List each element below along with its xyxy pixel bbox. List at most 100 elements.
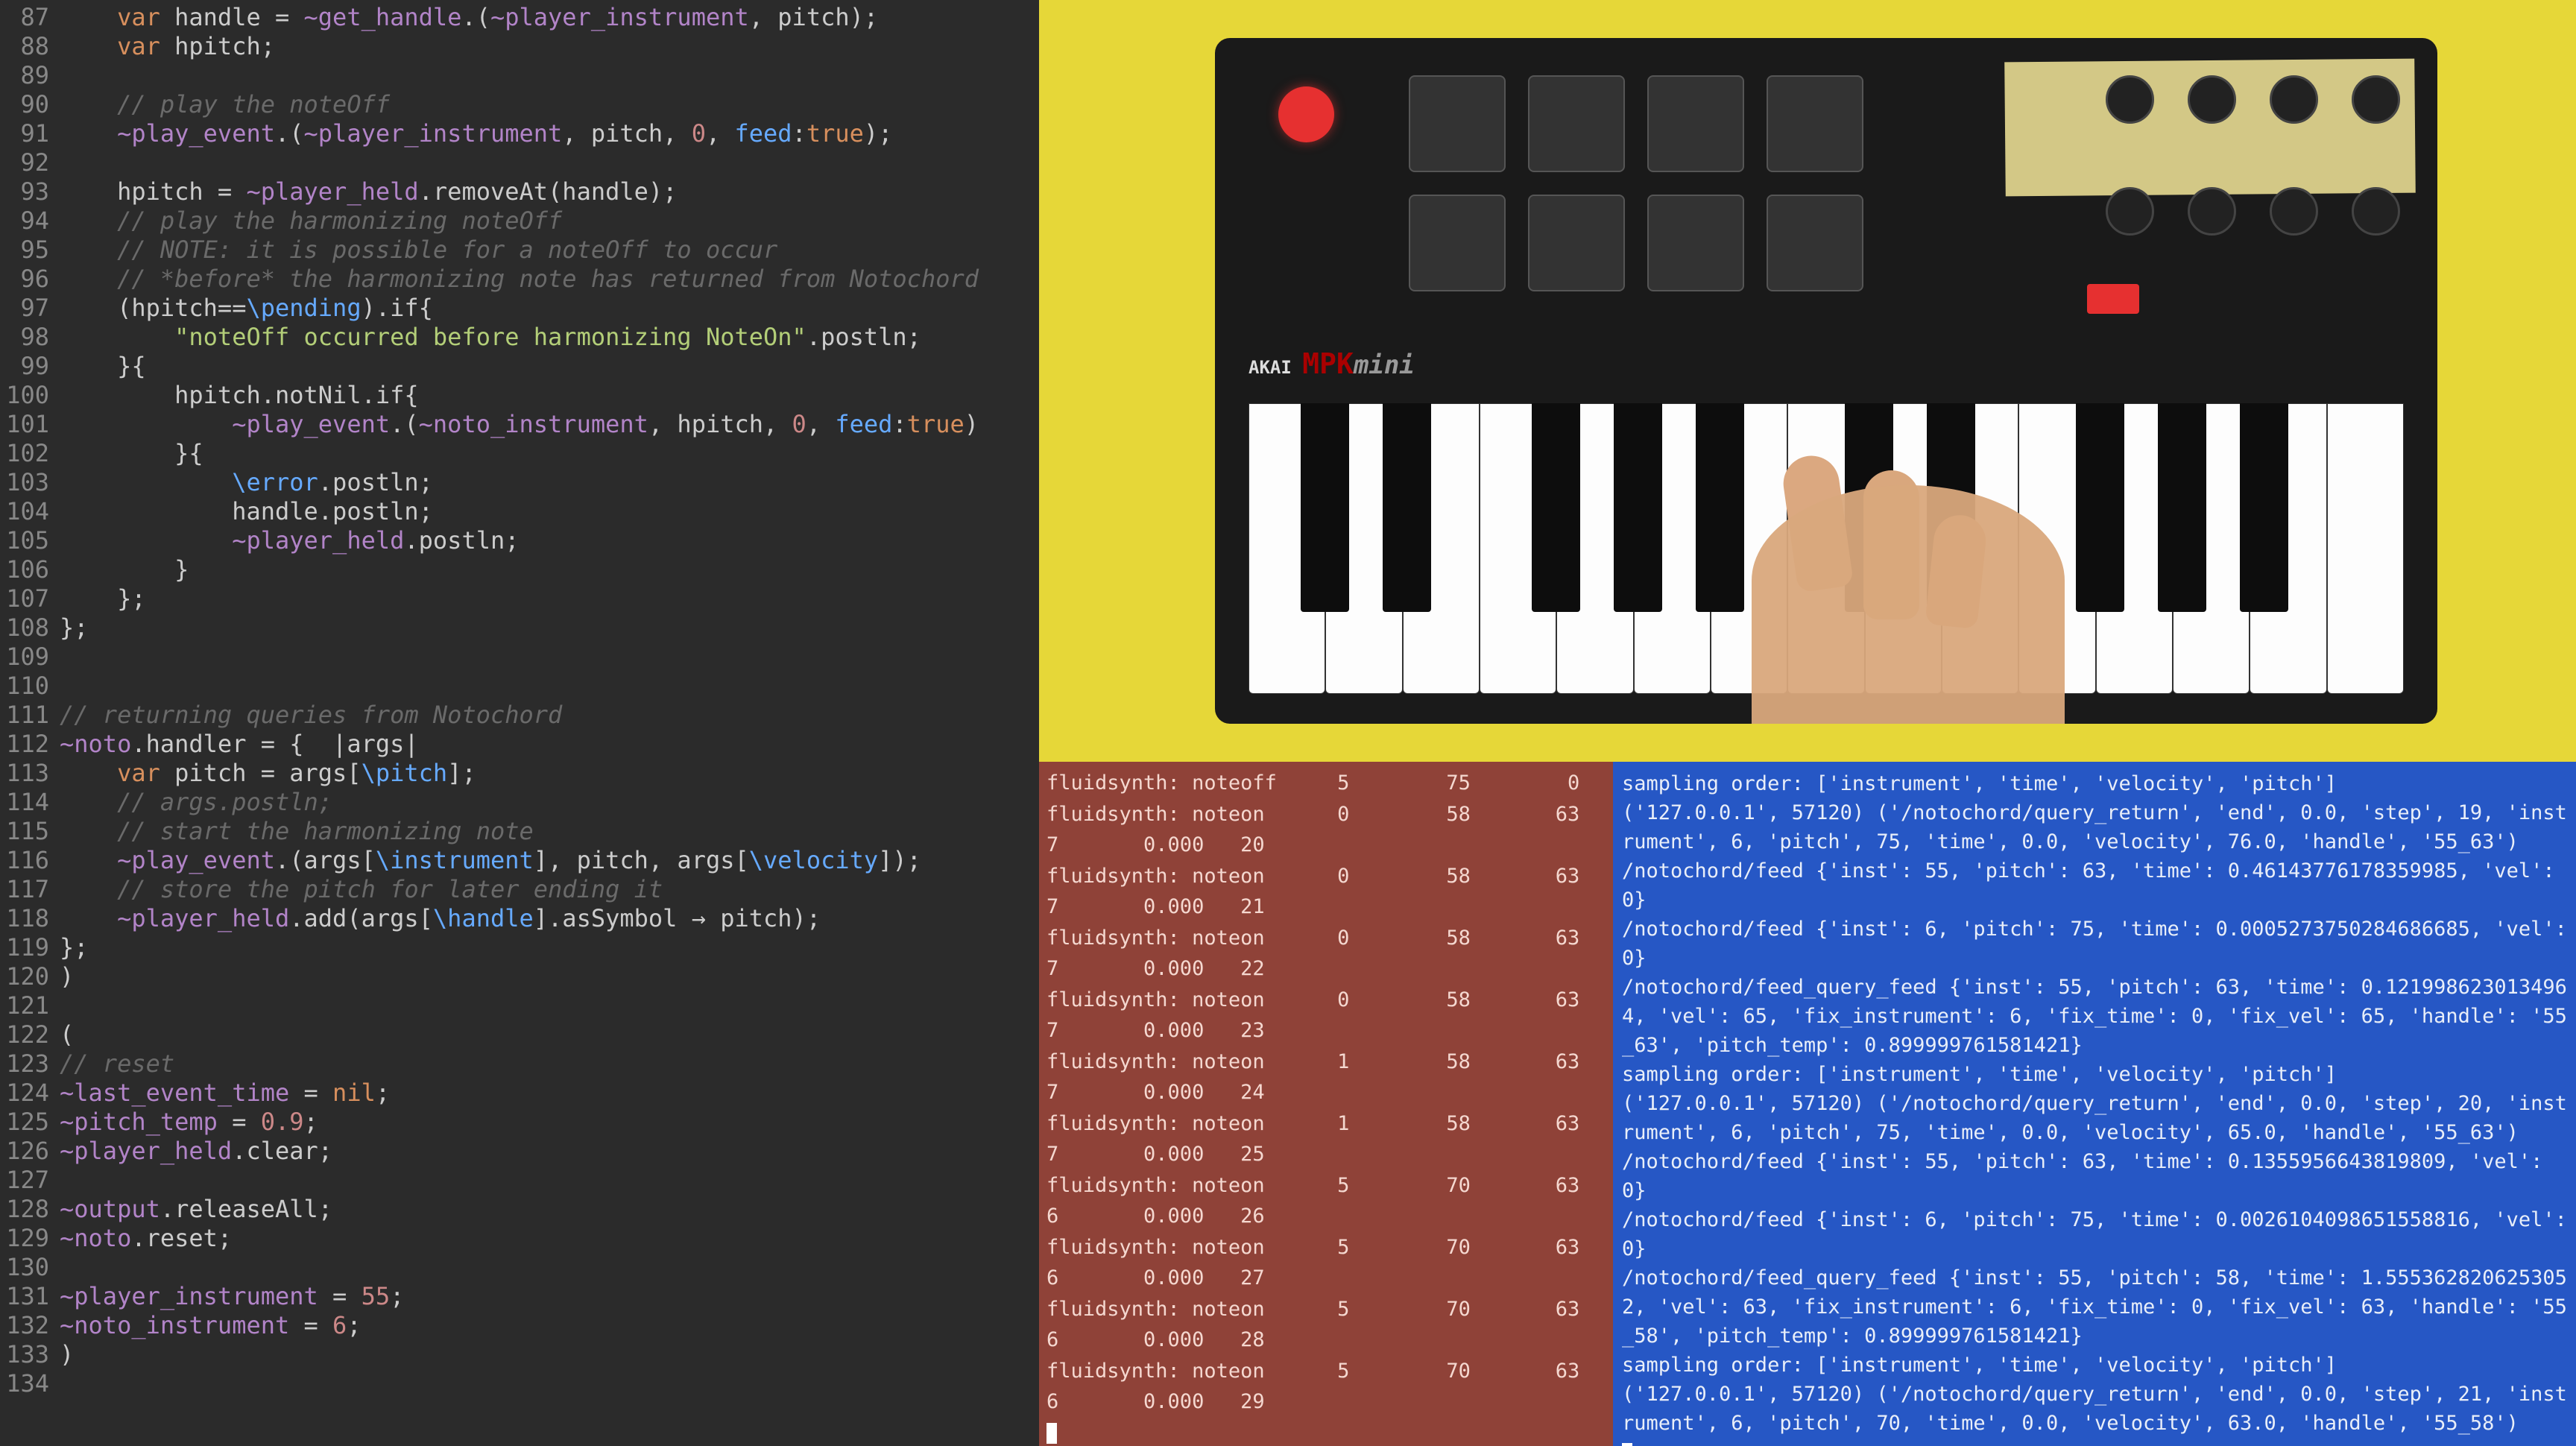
- code-line[interactable]: 118 ~player_held.add(args[\handle].asSym…: [0, 904, 1039, 933]
- code-content[interactable]: ~play_event.(args[\instrument], pitch, a…: [60, 846, 921, 875]
- code-line[interactable]: 117 // store the pitch for later ending …: [0, 875, 1039, 904]
- code-line[interactable]: 92: [0, 148, 1039, 177]
- code-content[interactable]: ~player_held.add(args[\handle].asSymbol …: [60, 904, 821, 933]
- code-content[interactable]: ~player_held.postln;: [60, 526, 520, 555]
- code-line[interactable]: 125~pitch_temp = 0.9;: [0, 1108, 1039, 1137]
- code-content[interactable]: // reset: [60, 1049, 174, 1079]
- line-number: 106: [0, 555, 60, 584]
- code-content[interactable]: ~noto.handler = { |args|: [60, 730, 419, 759]
- code-content[interactable]: ~noto.reset;: [60, 1224, 232, 1253]
- code-line[interactable]: 127: [0, 1166, 1039, 1195]
- code-content[interactable]: ~last_event_time = nil;: [60, 1079, 390, 1108]
- code-content[interactable]: ~output.releaseAll;: [60, 1195, 332, 1224]
- code-content[interactable]: var pitch = args[\pitch];: [60, 759, 476, 788]
- code-line[interactable]: 116 ~play_event.(args[\instrument], pitc…: [0, 846, 1039, 875]
- line-number: 119: [0, 933, 60, 962]
- code-line[interactable]: 123// reset: [0, 1049, 1039, 1079]
- code-content[interactable]: "noteOff occurred before harmonizing Not…: [60, 323, 921, 352]
- code-content[interactable]: ~player_instrument = 55;: [60, 1282, 404, 1311]
- code-line[interactable]: 115 // start the harmonizing note: [0, 817, 1039, 846]
- code-line[interactable]: 100 hpitch.notNil.if{: [0, 381, 1039, 410]
- code-content[interactable]: // returning queries from Notochord: [60, 701, 562, 730]
- code-content[interactable]: (hpitch==\pending).if{: [60, 294, 433, 323]
- code-line[interactable]: 103 \error.postln;: [0, 468, 1039, 497]
- code-line[interactable]: 133): [0, 1340, 1039, 1369]
- code-content[interactable]: ~pitch_temp = 0.9;: [60, 1108, 318, 1137]
- code-content[interactable]: // *before* the harmonizing note has ret…: [60, 265, 979, 294]
- code-line[interactable]: 112~noto.handler = { |args|: [0, 730, 1039, 759]
- code-content[interactable]: handle.postln;: [60, 497, 433, 526]
- code-line[interactable]: 124~last_event_time = nil;: [0, 1079, 1039, 1108]
- code-line[interactable]: 107 };: [0, 584, 1039, 613]
- line-number: 110: [0, 672, 60, 701]
- code-line[interactable]: 95 // NOTE: it is possible for a noteOff…: [0, 236, 1039, 265]
- code-line[interactable]: 102 }{: [0, 439, 1039, 468]
- code-line[interactable]: 90 // play the noteOff: [0, 90, 1039, 119]
- terminal-notochord[interactable]: sampling order: ['instrument', 'time', '…: [1613, 762, 2576, 1446]
- pad: [1647, 75, 1744, 172]
- terminal-fluidsynth[interactable]: fluidsynth: noteoff 5 75 0 fluidsynth: n…: [1039, 762, 1613, 1446]
- code-content[interactable]: };: [60, 613, 89, 643]
- code-editor[interactable]: 87 var handle = ~get_handle.(~player_ins…: [0, 0, 1039, 1446]
- code-line[interactable]: 87 var handle = ~get_handle.(~player_ins…: [0, 3, 1039, 32]
- code-line[interactable]: 128~output.releaseAll;: [0, 1195, 1039, 1224]
- code-content[interactable]: \error.postln;: [60, 468, 433, 497]
- code-line[interactable]: 104 handle.postln;: [0, 497, 1039, 526]
- code-content[interactable]: // store the pitch for later ending it: [60, 875, 663, 904]
- code-line[interactable]: 96 // *before* the harmonizing note has …: [0, 265, 1039, 294]
- code-line[interactable]: 108};: [0, 613, 1039, 643]
- code-content[interactable]: hpitch.notNil.if{: [60, 381, 419, 410]
- code-line[interactable]: 98 "noteOff occurred before harmonizing …: [0, 323, 1039, 352]
- code-line[interactable]: 101 ~play_event.(~noto_instrument, hpitc…: [0, 410, 1039, 439]
- code-line[interactable]: 109: [0, 643, 1039, 672]
- code-line[interactable]: 122(: [0, 1020, 1039, 1049]
- code-content[interactable]: ~play_event.(~noto_instrument, hpitch, 0…: [60, 410, 979, 439]
- code-content[interactable]: // play the harmonizing noteOff: [60, 206, 562, 236]
- code-line[interactable]: 97 (hpitch==\pending).if{: [0, 294, 1039, 323]
- code-content[interactable]: ~play_event.(~player_instrument, pitch, …: [60, 119, 892, 148]
- line-number: 100: [0, 381, 60, 410]
- code-content[interactable]: var handle = ~get_handle.(~player_instru…: [60, 3, 878, 32]
- code-line[interactable]: 119};: [0, 933, 1039, 962]
- code-line[interactable]: 111// returning queries from Notochord: [0, 701, 1039, 730]
- code-line[interactable]: 129~noto.reset;: [0, 1224, 1039, 1253]
- code-content[interactable]: // start the harmonizing note: [60, 817, 534, 846]
- code-content[interactable]: // args.postln;: [60, 788, 332, 817]
- code-line[interactable]: 106 }: [0, 555, 1039, 584]
- code-content[interactable]: }{: [60, 439, 203, 468]
- knob: [2188, 187, 2236, 236]
- code-line[interactable]: 114 // args.postln;: [0, 788, 1039, 817]
- code-line[interactable]: 132~noto_instrument = 6;: [0, 1311, 1039, 1340]
- code-line[interactable]: 105 ~player_held.postln;: [0, 526, 1039, 555]
- code-line[interactable]: 89: [0, 61, 1039, 90]
- code-content[interactable]: var hpitch;: [60, 32, 275, 61]
- code-content[interactable]: };: [60, 933, 89, 962]
- code-content[interactable]: // play the noteOff: [60, 90, 390, 119]
- code-content[interactable]: };: [60, 584, 146, 613]
- code-line[interactable]: 99 }{: [0, 352, 1039, 381]
- code-content[interactable]: ): [60, 1340, 74, 1369]
- code-content[interactable]: ~player_held.clear;: [60, 1137, 332, 1166]
- code-line[interactable]: 131~player_instrument = 55;: [0, 1282, 1039, 1311]
- code-line[interactable]: 113 var pitch = args[\pitch];: [0, 759, 1039, 788]
- code-content[interactable]: ): [60, 962, 74, 991]
- pad-row-top: [1409, 75, 1863, 172]
- code-content[interactable]: }: [60, 555, 189, 584]
- code-line[interactable]: 93 hpitch = ~player_held.removeAt(handle…: [0, 177, 1039, 206]
- code-content[interactable]: (: [60, 1020, 74, 1049]
- code-line[interactable]: 91 ~play_event.(~player_instrument, pitc…: [0, 119, 1039, 148]
- code-content[interactable]: hpitch = ~player_held.removeAt(handle);: [60, 177, 677, 206]
- code-line[interactable]: 94 // play the harmonizing noteOff: [0, 206, 1039, 236]
- pad: [1409, 75, 1506, 172]
- code-line[interactable]: 110: [0, 672, 1039, 701]
- code-line[interactable]: 121: [0, 991, 1039, 1020]
- code-content[interactable]: ~noto_instrument = 6;: [60, 1311, 362, 1340]
- code-line[interactable]: 130: [0, 1253, 1039, 1282]
- line-number: 125: [0, 1108, 60, 1137]
- code-line[interactable]: 120): [0, 962, 1039, 991]
- code-line[interactable]: 88 var hpitch;: [0, 32, 1039, 61]
- code-line[interactable]: 126~player_held.clear;: [0, 1137, 1039, 1166]
- code-content[interactable]: }{: [60, 352, 146, 381]
- code-line[interactable]: 134: [0, 1369, 1039, 1398]
- code-content[interactable]: // NOTE: it is possible for a noteOff to…: [60, 236, 777, 265]
